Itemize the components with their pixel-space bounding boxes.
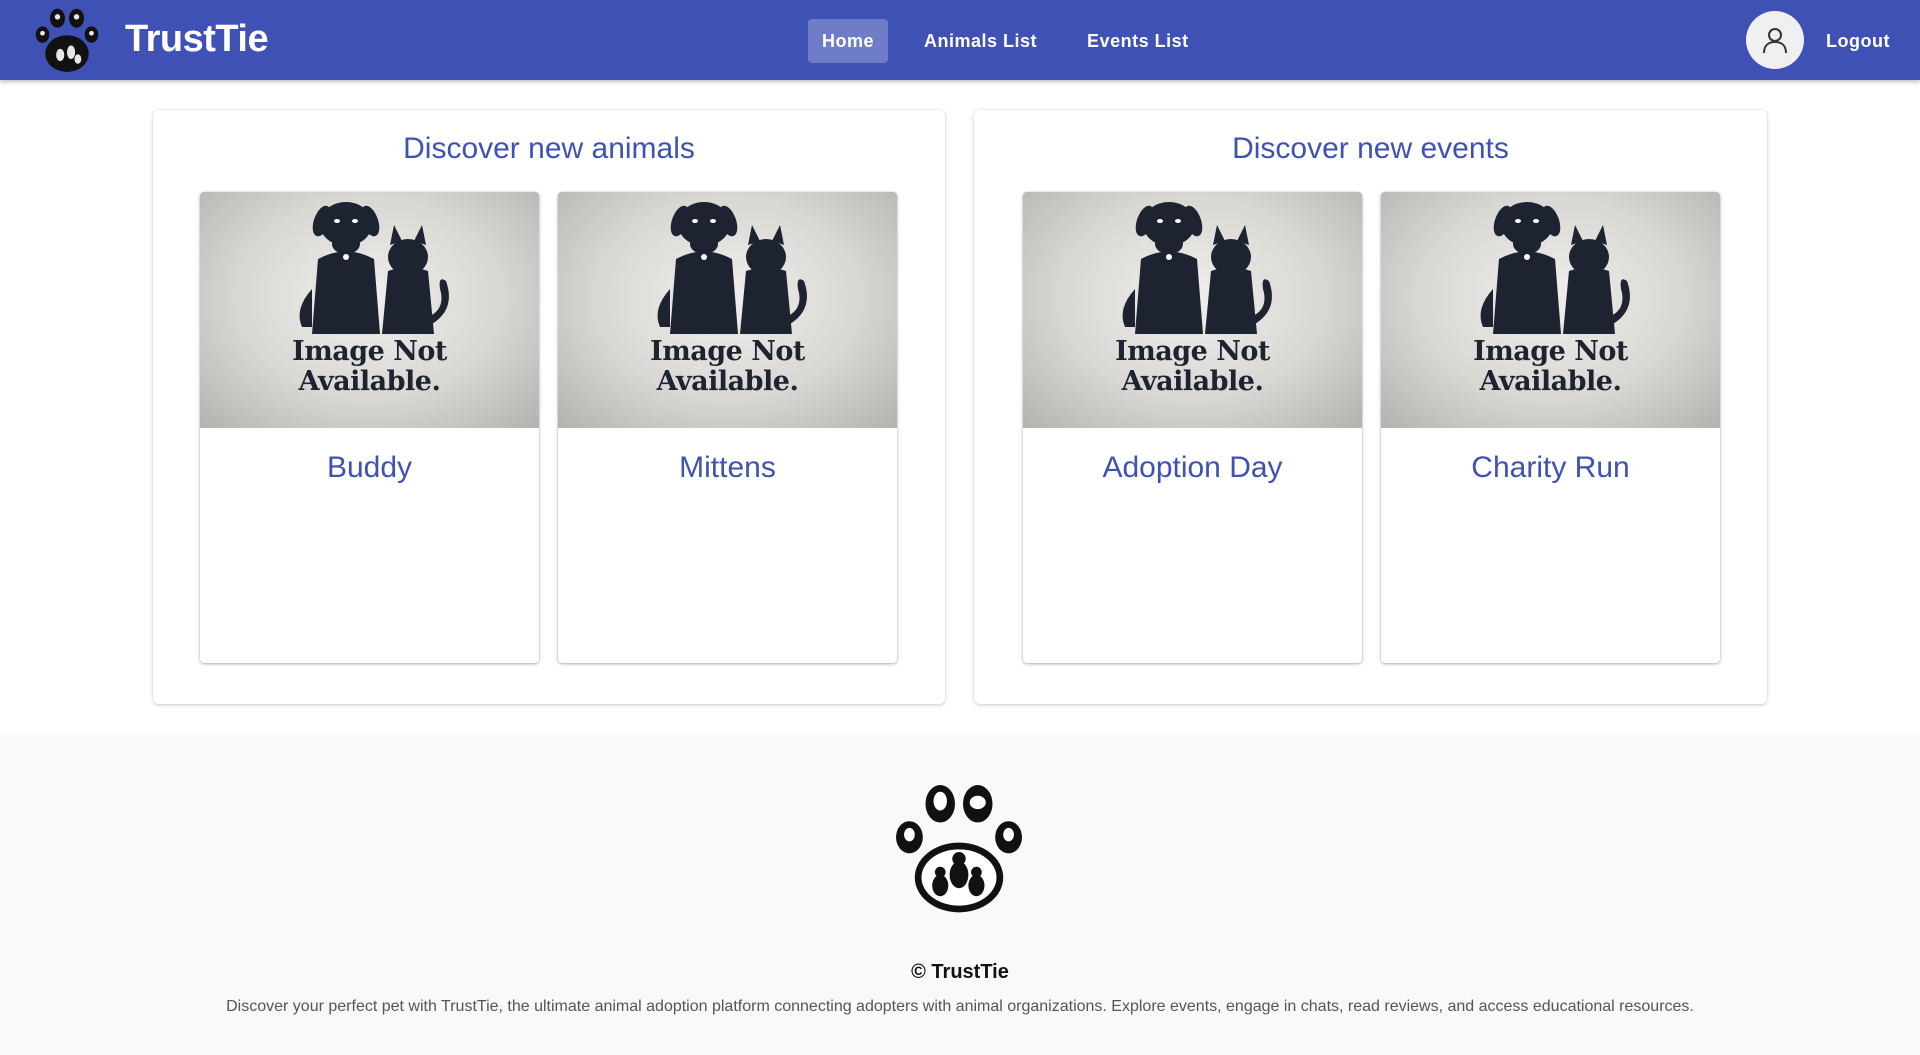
nav-events-list-link[interactable]: Events List	[1073, 19, 1203, 63]
footer-copyright: © TrustTie	[911, 961, 1009, 983]
animal-card-title[interactable]: Buddy	[200, 451, 539, 485]
animals-panel: Discover new animals Image Not Available…	[153, 110, 945, 704]
paw-logo-icon[interactable]	[33, 6, 101, 74]
site-footer: © TrustTie Discover your perfect pet wit…	[0, 733, 1920, 1055]
animal-image-placeholder: Image Not Available.	[558, 192, 897, 428]
events-panel-title: Discover new events	[1232, 132, 1509, 165]
image-text-line-1: Image Not	[650, 336, 805, 367]
image-not-available-text: Image Not Available.	[200, 337, 539, 397]
dog-cat-silhouette-icon	[1122, 202, 1272, 334]
event-card-title[interactable]: Adoption Day	[1023, 451, 1362, 485]
image-text-line-2: Available.	[1121, 366, 1264, 397]
main-nav: Home Animals List Events List	[808, 19, 1203, 63]
user-icon	[1763, 28, 1787, 54]
image-not-available-text: Image Not Available.	[1023, 337, 1362, 397]
event-card-title[interactable]: Charity Run	[1381, 451, 1720, 485]
footer-description: Discover your perfect pet with TrustTie,…	[226, 998, 1694, 1015]
image-text-line-1: Image Not	[292, 336, 447, 367]
paw-logo-icon	[896, 785, 1022, 913]
image-not-available-text: Image Not Available.	[558, 337, 897, 397]
dog-cat-silhouette-icon	[1480, 202, 1630, 334]
animals-panel-title: Discover new animals	[403, 132, 695, 165]
animal-card-mittens[interactable]: Image Not Available. Mittens	[558, 192, 897, 663]
nav-home-link[interactable]: Home	[808, 19, 889, 63]
image-text-line-2: Available.	[656, 366, 799, 397]
events-panel: Discover new events Image Not Available.…	[974, 110, 1767, 704]
event-card-adoption-day[interactable]: Image Not Available. Adoption Day	[1023, 192, 1362, 663]
nav-animals-list-link[interactable]: Animals List	[910, 19, 1051, 63]
image-not-available-text: Image Not Available.	[1381, 337, 1720, 397]
image-text-line-2: Available.	[298, 366, 441, 397]
animal-card-title[interactable]: Mittens	[558, 451, 897, 485]
brand-title[interactable]: TrustTie	[125, 18, 269, 61]
image-text-line-1: Image Not	[1115, 336, 1270, 367]
image-text-line-1: Image Not	[1473, 336, 1628, 367]
dog-cat-silhouette-icon	[657, 202, 807, 334]
animal-image-placeholder: Image Not Available.	[200, 192, 539, 428]
event-card-charity-run[interactable]: Image Not Available. Charity Run	[1381, 192, 1720, 663]
logout-button[interactable]: Logout	[1826, 19, 1890, 63]
event-image-placeholder: Image Not Available.	[1381, 192, 1720, 428]
dog-cat-silhouette-icon	[299, 202, 449, 334]
animal-card-buddy[interactable]: Image Not Available. Buddy	[200, 192, 539, 663]
event-image-placeholder: Image Not Available.	[1023, 192, 1362, 428]
user-avatar-button[interactable]	[1746, 11, 1804, 69]
top-navbar: TrustTie Home Animals List Events List L…	[0, 0, 1920, 80]
image-text-line-2: Available.	[1479, 366, 1622, 397]
